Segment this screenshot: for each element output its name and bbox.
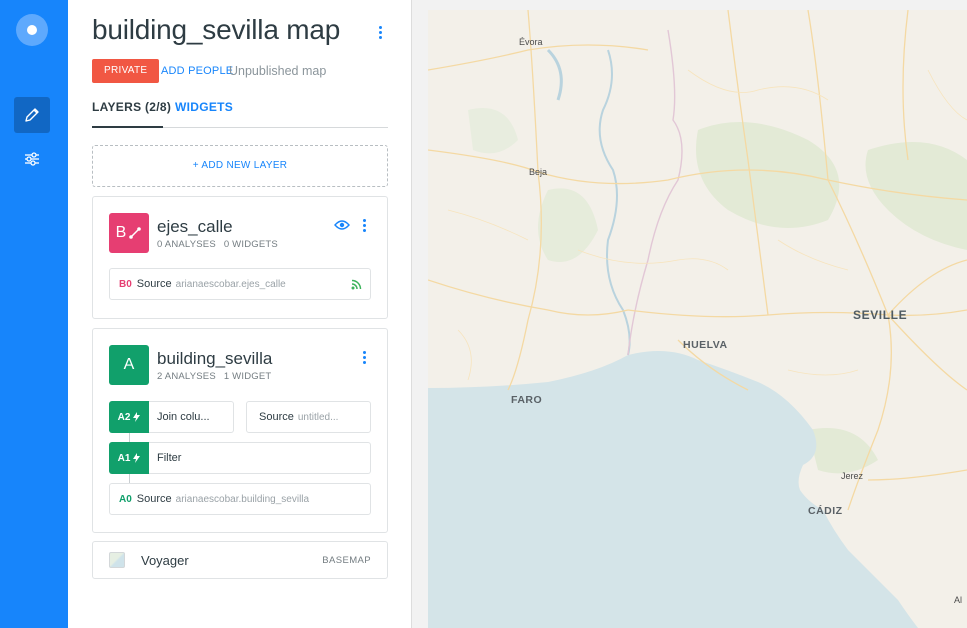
- analysis-label: Join colu...: [149, 401, 234, 433]
- privacy-button[interactable]: PRIVATE: [92, 59, 160, 83]
- node-id: B0: [119, 278, 132, 290]
- source-node[interactable]: B0 Source arianaescobar.ejes_calle: [109, 268, 371, 300]
- layer-card-building-sevilla[interactable]: A building_sevilla 2 ANALYSES 1 WIDGET A2…: [92, 328, 388, 533]
- map-label: HUELVA: [683, 339, 728, 351]
- rss-icon: [351, 279, 362, 290]
- node-value: arianaescobar.building_sevilla: [175, 493, 310, 505]
- basemap-thumbnail: [109, 552, 125, 568]
- logo-icon[interactable]: [16, 14, 48, 46]
- layer-letter: B: [115, 224, 127, 241]
- widgets-count: 0 WIDGETS: [223, 239, 278, 250]
- layer-badge: A: [109, 345, 149, 385]
- map-label: Al: [954, 595, 963, 605]
- layer-options-kebab-icon[interactable]: [359, 219, 369, 232]
- map-label: Évora: [519, 37, 543, 47]
- node-id: A2: [117, 411, 131, 423]
- basemap-tag: BASEMAP: [322, 554, 371, 566]
- lightning-icon: [133, 412, 141, 422]
- basemap-row[interactable]: Voyager BASEMAP: [92, 541, 388, 579]
- layer-name[interactable]: ejes_calle: [157, 217, 233, 237]
- layer-options-kebab-icon[interactable]: [359, 351, 369, 364]
- analysis-badge: A1: [109, 442, 149, 474]
- analysis-badge: A2: [109, 401, 149, 433]
- map-canvas[interactable]: Évora Beja SEVILLE HUELVA FARO Jerez CÁD…: [428, 10, 967, 628]
- source-node[interactable]: A0 Source arianaescobar.building_sevilla: [109, 483, 371, 515]
- map-title[interactable]: building_sevilla map: [92, 14, 340, 46]
- layer-badge: B: [109, 213, 149, 253]
- node-type: Source: [136, 493, 172, 505]
- layer-name[interactable]: building_sevilla: [157, 349, 272, 369]
- map-label: FARO: [511, 394, 543, 406]
- analysis-node-join[interactable]: A2 Join colu...: [109, 401, 234, 433]
- add-new-layer-button[interactable]: + ADD NEW LAYER: [92, 145, 388, 187]
- map-label: CÁDIZ: [808, 505, 843, 517]
- basemap-name: Voyager: [141, 552, 189, 568]
- node-id: A1: [117, 452, 131, 464]
- layer-card-ejes-calle[interactable]: B ejes_calle 0 ANALYSES 0 WIDGETS B0 Sour…: [92, 196, 388, 319]
- line-geometry-icon: [129, 227, 142, 239]
- layer-meta: 0 ANALYSES 0 WIDGETS: [157, 239, 286, 250]
- map-label: SEVILLE: [853, 308, 908, 322]
- analysis-node-filter[interactable]: A1 Filter: [109, 442, 371, 474]
- map-label: Jerez: [841, 471, 864, 481]
- tab-layers[interactable]: LAYERS (2/8): [92, 100, 171, 114]
- publish-status: Unpublished map: [229, 64, 327, 78]
- left-nav: [0, 0, 68, 628]
- analysis-label: Filter: [149, 442, 371, 474]
- add-people-link[interactable]: ADD PEOPLE: [161, 65, 233, 77]
- source-node-secondary[interactable]: Source untitled...: [246, 401, 371, 433]
- node-type: Source: [259, 411, 294, 423]
- node-value: arianaescobar.ejes_calle: [175, 278, 286, 290]
- node-id: A0: [119, 493, 132, 505]
- lightning-icon: [133, 453, 141, 463]
- tab-widgets[interactable]: WIDGETS: [175, 100, 233, 114]
- node-connector: [129, 474, 130, 483]
- layer-meta: 2 ANALYSES 1 WIDGET: [157, 371, 279, 382]
- node-value: untitled...: [297, 411, 339, 423]
- widgets-count: 1 WIDGET: [223, 371, 272, 382]
- analyses-count: 2 ANALYSES: [157, 371, 216, 382]
- pencil-icon: [25, 108, 39, 122]
- edit-nav-button[interactable]: [14, 97, 50, 133]
- node-connector: [129, 433, 130, 442]
- analyses-count: 0 ANALYSES: [157, 239, 216, 250]
- editor-panel: building_sevilla map PRIVATE ADD PEOPLE …: [68, 0, 412, 628]
- map-options-kebab-icon[interactable]: [375, 26, 385, 39]
- eye-icon[interactable]: [334, 219, 350, 231]
- style-nav-button[interactable]: [14, 141, 50, 177]
- node-type: Source: [136, 278, 172, 290]
- layer-letter: A: [123, 356, 135, 373]
- sliders-icon: [25, 152, 39, 166]
- active-tab-indicator: [92, 126, 163, 128]
- map-label: Beja: [529, 167, 548, 177]
